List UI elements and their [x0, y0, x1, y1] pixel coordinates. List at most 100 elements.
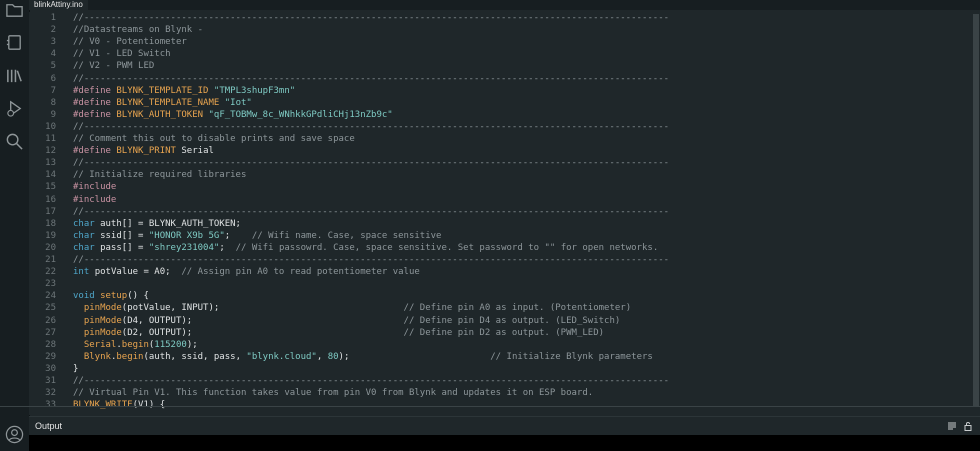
code-line[interactable]: 32 // Virtual Pin V1. This function takes…	[29, 387, 980, 399]
tab-blinkattiny[interactable]: blinkAttiny.ino	[29, 0, 88, 10]
code-line[interactable]: 17 //------------------------------------…	[29, 206, 980, 218]
code-text: //--------------------------------------…	[73, 12, 669, 24]
code-text: void setup() {	[73, 290, 149, 302]
code-token: }	[73, 363, 79, 374]
line-number: 26	[45, 315, 56, 326]
code-line[interactable]: 31 //------------------------------------…	[29, 375, 980, 387]
line-number: 12	[45, 146, 56, 157]
tab-bar: blinkAttiny.ino	[29, 0, 980, 10]
line-number: 30	[45, 363, 56, 374]
code-line[interactable]: 14 // Initialize required libraries	[29, 169, 980, 181]
code-token: ;	[219, 242, 236, 253]
code-token: void	[73, 291, 101, 302]
search-icon[interactable]	[5, 132, 24, 151]
code-text: Serial.begin(115200);	[73, 339, 198, 351]
code-token: pinMode	[83, 327, 122, 338]
code-line[interactable]: 4 // V1 - LED Switch	[29, 48, 980, 60]
code-token: BLYNK_TEMPLATE_ID	[116, 85, 214, 96]
lock-icon[interactable]	[963, 421, 973, 431]
code-line[interactable]: 8 #define BLYNK_TEMPLATE_NAME "Iot"	[29, 97, 980, 109]
line-number: 3	[50, 37, 56, 48]
code-text: #define BLYNK_PRINT Serial	[73, 145, 214, 157]
code-line[interactable]: 22 int potValue = A0; // Assign pin A0 to…	[29, 266, 980, 278]
code-token: "qF_TOBMw_8c_WNhkkGPdliCHj13nZb9c"	[208, 109, 393, 120]
code-token: (D2, OUTPUT);	[121, 327, 404, 338]
code-line[interactable]: 10 //------------------------------------…	[29, 121, 980, 133]
code-line[interactable]: 23	[29, 278, 980, 290]
code-line[interactable]: 5 // V2 - PWM LED	[29, 60, 980, 72]
code-token: ,	[316, 351, 328, 362]
code-token: // Wifi passowrd. Case, space sensitive.…	[235, 242, 659, 253]
code-line[interactable]: 6 //-------------------------------------…	[29, 73, 980, 85]
code-token: // Virtual Pin V1. This function takes v…	[73, 388, 594, 399]
code-line[interactable]: 13 //------------------------------------…	[29, 157, 980, 169]
activity-sidebar	[0, 0, 30, 451]
code-line[interactable]: 16 #include	[29, 194, 980, 206]
code-line[interactable]: 3 // V0 - Potentiometer	[29, 36, 980, 48]
output-label: Output	[35, 421, 63, 431]
code-token: //--------------------------------------…	[73, 206, 670, 217]
code-token: Blynk	[83, 351, 111, 362]
code-token: () {	[127, 291, 149, 302]
line-number: 5	[50, 61, 56, 72]
code-token: "TMPL3shupF3mn"	[213, 85, 296, 96]
code-line[interactable]: 21 //------------------------------------…	[29, 254, 980, 266]
code-token: int	[73, 267, 95, 278]
list-icon[interactable]	[947, 421, 957, 431]
code-token: Serial	[181, 146, 214, 157]
line-number: 17	[45, 206, 56, 217]
output-panel[interactable]	[29, 435, 980, 451]
code-text: // V1 - LED Switch	[73, 48, 171, 60]
library-icon[interactable]	[5, 66, 24, 85]
line-number: 7	[50, 85, 56, 96]
code-line[interactable]: 28 Serial.begin(115200);	[29, 339, 980, 351]
code-line[interactable]: 11 // Comment this out to disable prints …	[29, 133, 980, 145]
code-token: // Assign pin A0 to read potentiometer v…	[181, 267, 420, 278]
line-number: 23	[45, 279, 56, 290]
code-line[interactable]: 1 //-------------------------------------…	[29, 12, 980, 24]
debug-icon[interactable]	[5, 99, 24, 118]
code-line[interactable]: 29 Blynk.begin(auth, ssid, pass, "blynk.…	[29, 351, 980, 363]
code-text: #define BLYNK_TEMPLATE_ID "TMPL3shupF3mn…	[73, 85, 295, 97]
code-line[interactable]: 2 //Datastreams on Blynk -	[29, 24, 980, 36]
code-line[interactable]: 7 #define BLYNK_TEMPLATE_ID "TMPL3shupF3m…	[29, 85, 980, 97]
code-token: // Initialize required libraries	[73, 170, 247, 181]
profile-icon[interactable]	[5, 425, 24, 444]
line-number: 13	[45, 158, 56, 169]
code-line[interactable]: 12 #define BLYNK_PRINT Serial	[29, 145, 980, 157]
code-line[interactable]: 9 #define BLYNK_AUTH_TOKEN "qF_TOBMw_8c_W…	[29, 109, 980, 121]
line-number: 29	[45, 351, 56, 362]
board-icon[interactable]	[5, 33, 24, 52]
line-number: 15	[45, 182, 56, 193]
code-token: //--------------------------------------…	[73, 158, 670, 169]
scrollbar-thumb[interactable]	[973, 14, 979, 406]
output-toolbar: Output	[29, 416, 980, 435]
line-number: 32	[45, 388, 56, 399]
code-token: char	[73, 230, 101, 241]
code-line[interactable]: 18 char auth[] = BLYNK_AUTH_TOKEN;	[29, 218, 980, 230]
editor-scrollbar[interactable]	[972, 12, 980, 406]
code-token: #define	[73, 109, 117, 120]
code-text: //--------------------------------------…	[73, 73, 669, 85]
code-line[interactable]: 24 void setup() {	[29, 290, 980, 302]
code-text: //--------------------------------------…	[73, 254, 669, 266]
code-token: (auth, ssid, pass,	[143, 351, 247, 362]
code-token: (D4, OUTPUT);	[121, 315, 404, 326]
code-text: pinMode(D4, OUTPUT); // Define pin D4 as…	[73, 315, 620, 327]
code-line[interactable]: 15 #include	[29, 181, 980, 193]
code-line[interactable]: 25 pinMode(potValue, INPUT); // Define p…	[29, 302, 980, 314]
code-token: "HONOR X9b 5G"	[148, 230, 225, 241]
code-text: //Datastreams on Blynk -	[73, 24, 203, 36]
code-editor[interactable]: 1 //-------------------------------------…	[29, 12, 980, 415]
code-line[interactable]: 19 char ssid[] = "HONOR X9b 5G"; // Wifi …	[29, 230, 980, 242]
code-token: BLYNK_TEMPLATE_NAME	[116, 97, 225, 108]
line-number: 16	[45, 194, 56, 205]
code-text: char pass[] = "shrey231004"; // Wifi pas…	[73, 242, 658, 254]
code-line[interactable]: 20 char pass[] = "shrey231004"; // Wifi p…	[29, 242, 980, 254]
code-text: // V0 - Potentiometer	[73, 36, 187, 48]
code-line[interactable]: 30}	[29, 363, 980, 375]
folder-icon[interactable]	[5, 0, 24, 19]
code-line[interactable]: 27 pinMode(D2, OUTPUT); // Define pin D2…	[29, 327, 980, 339]
code-token: begin	[121, 339, 149, 350]
code-line[interactable]: 26 pinMode(D4, OUTPUT); // Define pin D4…	[29, 315, 980, 327]
